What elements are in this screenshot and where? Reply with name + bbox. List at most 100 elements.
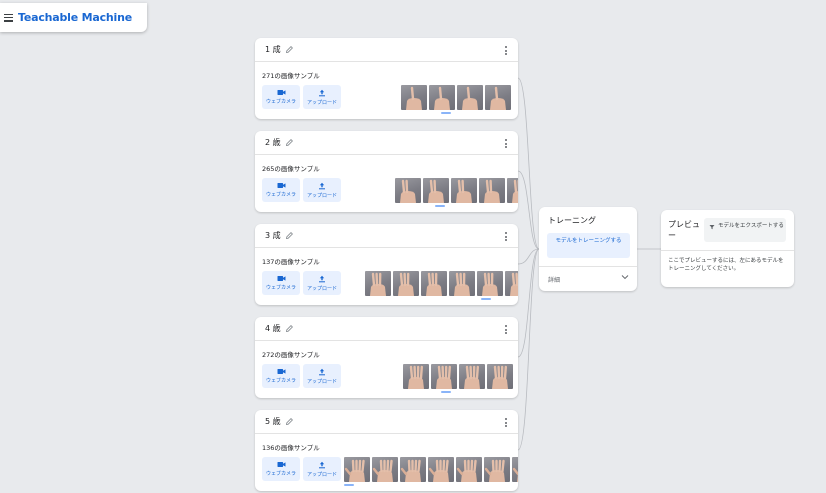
class-name[interactable]: 5 歳 [265, 416, 281, 427]
sample-thumbnail[interactable] [428, 457, 454, 482]
upload-button[interactable]: アップロード [303, 457, 341, 481]
sample-thumbnail[interactable] [423, 178, 449, 203]
webcam-button[interactable]: ウェブカメラ [262, 457, 300, 481]
webcam-label: ウェブカメラ [265, 378, 296, 384]
sample-thumbnail[interactable] [344, 457, 370, 482]
details-toggle[interactable]: 詳細 [548, 275, 560, 284]
sample-thumbnail[interactable] [457, 85, 483, 110]
more-vert-icon[interactable] [505, 232, 507, 241]
class-card-header: 5 歳 [255, 410, 518, 434]
sample-thumbnail[interactable] [449, 271, 475, 296]
sample-thumbnail[interactable] [459, 364, 485, 389]
scroll-indicator[interactable] [481, 298, 491, 300]
sample-thumbnail[interactable] [429, 85, 455, 110]
training-title: トレーニング [548, 216, 596, 225]
class-name[interactable]: 2 歳 [265, 137, 281, 148]
sample-thumbnail[interactable] [456, 457, 482, 482]
more-vert-icon[interactable] [505, 46, 507, 55]
class-name[interactable]: 1 成 [265, 44, 281, 55]
sample-thumbnail[interactable] [431, 364, 457, 389]
webcam-label: ウェブカメラ [265, 285, 296, 291]
sample-thumbnail[interactable] [451, 178, 477, 203]
class-card: 1 成 271の画像サンプル ウェブカメラ アップロード [255, 38, 518, 119]
export-icon [709, 225, 715, 230]
sample-thumbnail[interactable] [484, 457, 510, 482]
pencil-icon[interactable] [285, 324, 294, 333]
sample-thumbnail[interactable] [512, 457, 518, 482]
export-model-button[interactable]: モデルをエクスポートする [704, 218, 786, 242]
class-card: 3 成 137の画像サンプル ウェブカメラ アップロード [255, 224, 518, 305]
upload-label: アップロード [306, 99, 337, 106]
webcam-button[interactable]: ウェブカメラ [262, 364, 300, 388]
sample-thumbnails[interactable] [365, 271, 518, 296]
upload-icon [319, 461, 325, 468]
video-camera-icon [277, 90, 285, 95]
preview-card: プレビュー モデルをエクスポートする ここでプレビューするには、左にあるモデルを… [661, 210, 794, 287]
more-vert-icon[interactable] [505, 325, 507, 334]
preview-title: プレビュー [668, 220, 700, 240]
sample-thumbnails[interactable] [395, 178, 518, 203]
upload-label: アップロード [306, 192, 337, 199]
sample-thumbnail[interactable] [403, 364, 429, 389]
sample-thumbnail[interactable] [505, 271, 518, 296]
sample-thumbnail[interactable] [401, 85, 427, 110]
webcam-button[interactable]: ウェブカメラ [262, 271, 300, 295]
sample-count: 136の画像サンプル [262, 444, 320, 452]
upload-icon [319, 275, 325, 282]
sample-count: 271の画像サンプル [262, 72, 320, 80]
class-name[interactable]: 3 成 [265, 230, 281, 241]
webcam-label: ウェブカメラ [265, 192, 296, 198]
divider [661, 250, 794, 251]
upload-label: アップロード [306, 285, 337, 292]
sample-thumbnail[interactable] [372, 457, 398, 482]
sample-thumbnail[interactable] [421, 271, 447, 296]
sample-thumbnail[interactable] [487, 364, 513, 389]
webcam-label: ウェブカメラ [265, 471, 296, 477]
upload-button[interactable]: アップロード [303, 364, 341, 388]
webcam-button[interactable]: ウェブカメラ [262, 85, 300, 109]
upload-icon [319, 182, 325, 189]
sample-count: 265の画像サンプル [262, 165, 320, 173]
video-camera-icon [277, 369, 285, 374]
upload-icon [319, 368, 325, 375]
more-vert-icon[interactable] [505, 418, 507, 427]
scroll-indicator[interactable] [435, 205, 445, 207]
sample-thumbnail[interactable] [507, 178, 518, 203]
divider [539, 266, 637, 267]
sample-thumbnail[interactable] [395, 178, 421, 203]
webcam-button[interactable]: ウェブカメラ [262, 178, 300, 202]
sample-thumbnail[interactable] [477, 271, 503, 296]
class-card-header: 3 成 [255, 224, 518, 248]
pencil-icon[interactable] [285, 231, 294, 240]
class-card-header: 1 成 [255, 38, 518, 62]
pencil-icon[interactable] [285, 138, 294, 147]
sample-thumbnail[interactable] [485, 85, 511, 110]
train-model-button[interactable]: モデルをトレーニングする [547, 233, 630, 258]
pencil-icon[interactable] [285, 417, 294, 426]
chevron-down-icon[interactable] [621, 274, 629, 280]
sample-thumbnails[interactable] [401, 85, 511, 110]
class-name[interactable]: 4 歳 [265, 323, 281, 334]
video-camera-icon [277, 276, 285, 281]
class-card-header: 4 歳 [255, 317, 518, 341]
class-card: 5 歳 136の画像サンプル ウェブカメラ アップロード [255, 410, 518, 491]
upload-button[interactable]: アップロード [303, 85, 341, 109]
sample-thumbnails[interactable] [344, 457, 518, 482]
sample-thumbnails[interactable] [403, 364, 513, 389]
export-model-label: モデルをエクスポートする [718, 223, 784, 229]
class-card: 2 歳 265の画像サンプル ウェブカメラ アップロード [255, 131, 518, 212]
more-vert-icon[interactable] [505, 139, 507, 148]
class-card: 4 歳 272の画像サンプル ウェブカメラ アップロード [255, 317, 518, 398]
sample-thumbnail[interactable] [479, 178, 505, 203]
scroll-indicator[interactable] [344, 484, 354, 486]
webcam-label: ウェブカメラ [265, 99, 296, 105]
sample-thumbnail[interactable] [365, 271, 391, 296]
upload-button[interactable]: アップロード [303, 271, 341, 295]
scroll-indicator[interactable] [441, 391, 451, 393]
sample-thumbnail[interactable] [400, 457, 426, 482]
pencil-icon[interactable] [285, 45, 294, 54]
sample-count: 137の画像サンプル [262, 258, 320, 266]
scroll-indicator[interactable] [441, 112, 451, 114]
sample-thumbnail[interactable] [393, 271, 419, 296]
upload-button[interactable]: アップロード [303, 178, 341, 202]
